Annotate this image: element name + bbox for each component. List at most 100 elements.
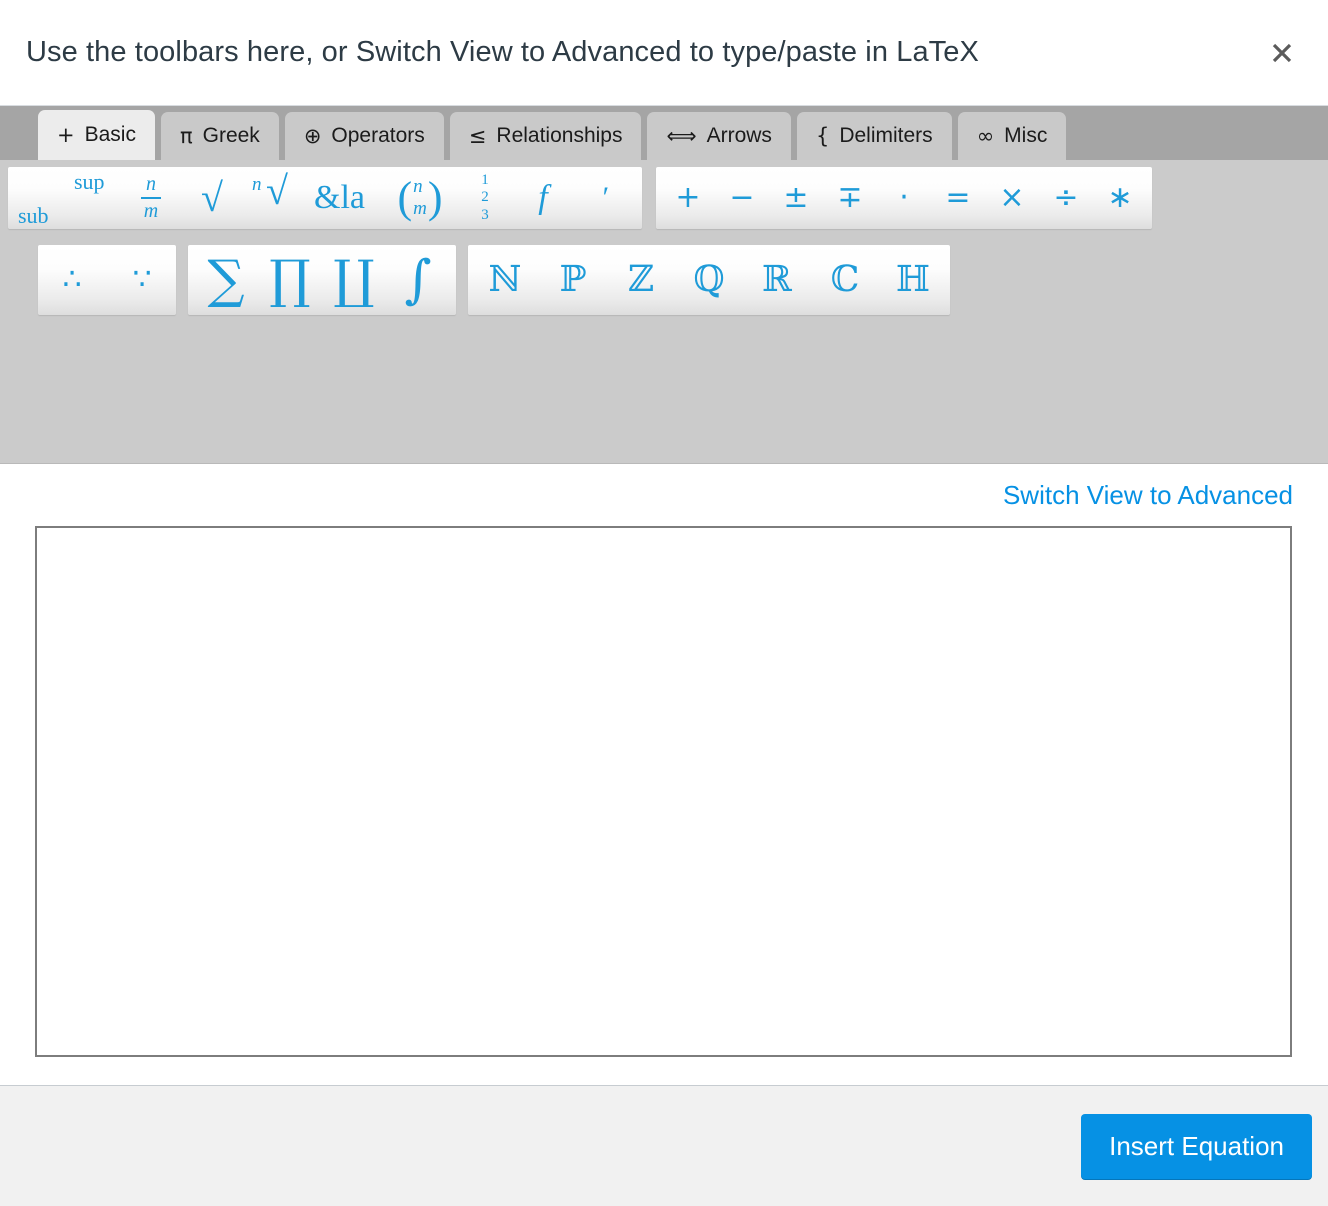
naturals-icon: ℕ bbox=[488, 259, 522, 300]
tab-label: Misc bbox=[1004, 124, 1048, 147]
circled-plus-icon: ⊕ bbox=[303, 123, 322, 148]
function-glyph: f bbox=[538, 179, 548, 216]
therefore-button[interactable]: ∴ bbox=[54, 245, 90, 315]
page-title: Use the toolbars here, or Switch View to… bbox=[26, 36, 979, 68]
toolbar-button-rows: sup sub n m √ n √ &la (n m) 1 2 3 f ′ … bbox=[0, 160, 1328, 321]
matrix-stack-button[interactable]: 1 2 3 bbox=[458, 167, 512, 229]
switch-view-row: Switch View to Advanced bbox=[18, 464, 1310, 526]
toolbar-group-numbersets: ℕ ℙ ℤ ℚ ℝ ℂ ℍ bbox=[468, 245, 950, 315]
dialog-body: Switch View to Advanced bbox=[0, 464, 1328, 1085]
tab-misc[interactable]: ∞ Misc bbox=[957, 112, 1067, 160]
because-button[interactable]: ∵ bbox=[124, 245, 160, 315]
sum-button[interactable]: ∑ bbox=[202, 245, 250, 315]
toolbar-tabs: + Basic π Greek ⊕ Operators ≤ Relationsh… bbox=[0, 106, 1328, 160]
brace-icon: { bbox=[815, 123, 830, 148]
tab-label: Relationships bbox=[496, 124, 623, 147]
integers-button[interactable]: ℤ bbox=[620, 245, 662, 315]
coproduct-button[interactable]: ∐ bbox=[330, 245, 378, 315]
close-icon[interactable] bbox=[1260, 31, 1304, 75]
toolbar-panel: + Basic π Greek ⊕ Operators ≤ Relationsh… bbox=[0, 106, 1328, 464]
function-button[interactable]: f bbox=[512, 167, 574, 229]
binomial-bottom: m bbox=[413, 198, 427, 219]
integral-icon: ∫ bbox=[404, 250, 432, 310]
open-paren: ( bbox=[397, 173, 413, 222]
equation-editor-wrap bbox=[18, 526, 1310, 1085]
rationals-button[interactable]: ℚ bbox=[688, 245, 730, 315]
pi-icon: π bbox=[179, 123, 193, 148]
plus-minus-button[interactable]: ± bbox=[778, 167, 814, 229]
radical-icon: √ bbox=[201, 175, 223, 220]
reals-button[interactable]: ℝ bbox=[756, 245, 798, 315]
binomial-stack: n m bbox=[412, 176, 428, 220]
toolbar-group-operators: + − ± ∓ · = × ÷ ∗ bbox=[656, 167, 1152, 229]
divide-button[interactable]: ÷ bbox=[1048, 167, 1084, 229]
nth-root-button[interactable]: n √ bbox=[244, 167, 310, 229]
stack-line-2: 2 bbox=[481, 189, 489, 206]
coproduct-icon: ∐ bbox=[333, 250, 375, 310]
tab-operators[interactable]: ⊕ Operators bbox=[284, 112, 444, 160]
because-icon: ∵ bbox=[132, 262, 152, 297]
product-icon: ∏ bbox=[269, 250, 311, 310]
binomial-button[interactable]: ( n m ) bbox=[382, 167, 458, 229]
stack-line-3: 3 bbox=[481, 206, 489, 223]
plus-button[interactable]: + bbox=[670, 167, 706, 229]
plus-minus-icon: ± bbox=[783, 180, 809, 215]
toolbar-row-2: ∴ ∵ ∑ ∏ ∐ ∫ ℕ ℙ ℤ ℚ ℝ ℂ ℍ bbox=[0, 245, 1328, 321]
rationals-icon: ℚ bbox=[693, 259, 725, 300]
minus-button[interactable]: − bbox=[724, 167, 760, 229]
square-root-button[interactable]: √ bbox=[180, 167, 244, 229]
tab-label: Delimiters bbox=[839, 124, 933, 147]
asterisk-button[interactable]: ∗ bbox=[1102, 167, 1138, 229]
product-button[interactable]: ∏ bbox=[266, 245, 314, 315]
tab-greek[interactable]: π Greek bbox=[160, 112, 279, 160]
entity-label: &la bbox=[314, 179, 365, 216]
toolbar-group-structures: sup sub n m √ n √ &la (n m) 1 2 3 f ′ bbox=[8, 167, 642, 229]
fraction-button[interactable]: n m bbox=[122, 167, 180, 229]
plus-icon: + bbox=[57, 122, 75, 147]
sum-icon: ∑ bbox=[207, 250, 245, 310]
tab-arrows[interactable]: ⟺ Arrows bbox=[647, 112, 791, 160]
sup-label: sup bbox=[74, 169, 105, 194]
double-arrow-icon: ⟺ bbox=[666, 123, 697, 148]
angle-bracket-button[interactable]: &la bbox=[310, 167, 382, 229]
cdot-button[interactable]: · bbox=[886, 167, 922, 229]
toolbar-group-logic: ∴ ∵ bbox=[38, 245, 176, 315]
radical-icon: √ bbox=[266, 168, 288, 213]
complex-button[interactable]: ℂ bbox=[824, 245, 866, 315]
tab-relationships[interactable]: ≤ Relationships bbox=[449, 112, 642, 160]
infinity-icon: ∞ bbox=[976, 123, 995, 148]
equation-input[interactable] bbox=[35, 526, 1292, 1057]
minus-plus-icon: ∓ bbox=[837, 180, 863, 215]
times-button[interactable]: × bbox=[994, 167, 1030, 229]
complex-icon: ℂ bbox=[830, 259, 860, 300]
minus-plus-button[interactable]: ∓ bbox=[832, 167, 868, 229]
cdot-icon: · bbox=[899, 180, 909, 215]
integral-button[interactable]: ∫ bbox=[394, 245, 442, 315]
tab-delimiters[interactable]: { Delimiters bbox=[796, 112, 952, 160]
quaternions-button[interactable]: ℍ bbox=[892, 245, 934, 315]
insert-equation-button[interactable]: Insert Equation bbox=[1081, 1113, 1312, 1179]
primes-button[interactable]: ℙ bbox=[552, 245, 594, 315]
toolbar-row-1: sup sub n m √ n √ &la (n m) 1 2 3 f ′ … bbox=[0, 167, 1328, 243]
tab-basic[interactable]: + Basic bbox=[38, 110, 155, 160]
dialog-header: Use the toolbars here, or Switch View to… bbox=[0, 0, 1328, 106]
therefore-icon: ∴ bbox=[62, 262, 82, 297]
naturals-button[interactable]: ℕ bbox=[484, 245, 526, 315]
quaternions-icon: ℍ bbox=[895, 259, 930, 300]
plus-icon: + bbox=[675, 180, 701, 215]
tab-label: Operators bbox=[331, 124, 425, 147]
equals-button[interactable]: = bbox=[940, 167, 976, 229]
asterisk-icon: ∗ bbox=[1107, 180, 1133, 215]
switch-view-to-advanced-link[interactable]: Switch View to Advanced bbox=[1003, 480, 1293, 511]
close-paren: ) bbox=[427, 173, 443, 222]
fraction-denominator: m bbox=[143, 199, 159, 222]
tab-label: Arrows bbox=[706, 124, 772, 147]
prime-button[interactable]: ′ bbox=[574, 167, 634, 229]
toolbar-group-bigoperators: ∑ ∏ ∐ ∫ bbox=[188, 245, 456, 315]
tab-label: Basic bbox=[84, 123, 136, 146]
fraction-numerator: n bbox=[146, 173, 156, 196]
superscript-subscript-button[interactable]: sup sub bbox=[18, 167, 122, 229]
less-equal-icon: ≤ bbox=[468, 123, 487, 148]
reals-icon: ℝ bbox=[762, 259, 792, 300]
dialog-footer: Insert Equation bbox=[0, 1085, 1328, 1206]
